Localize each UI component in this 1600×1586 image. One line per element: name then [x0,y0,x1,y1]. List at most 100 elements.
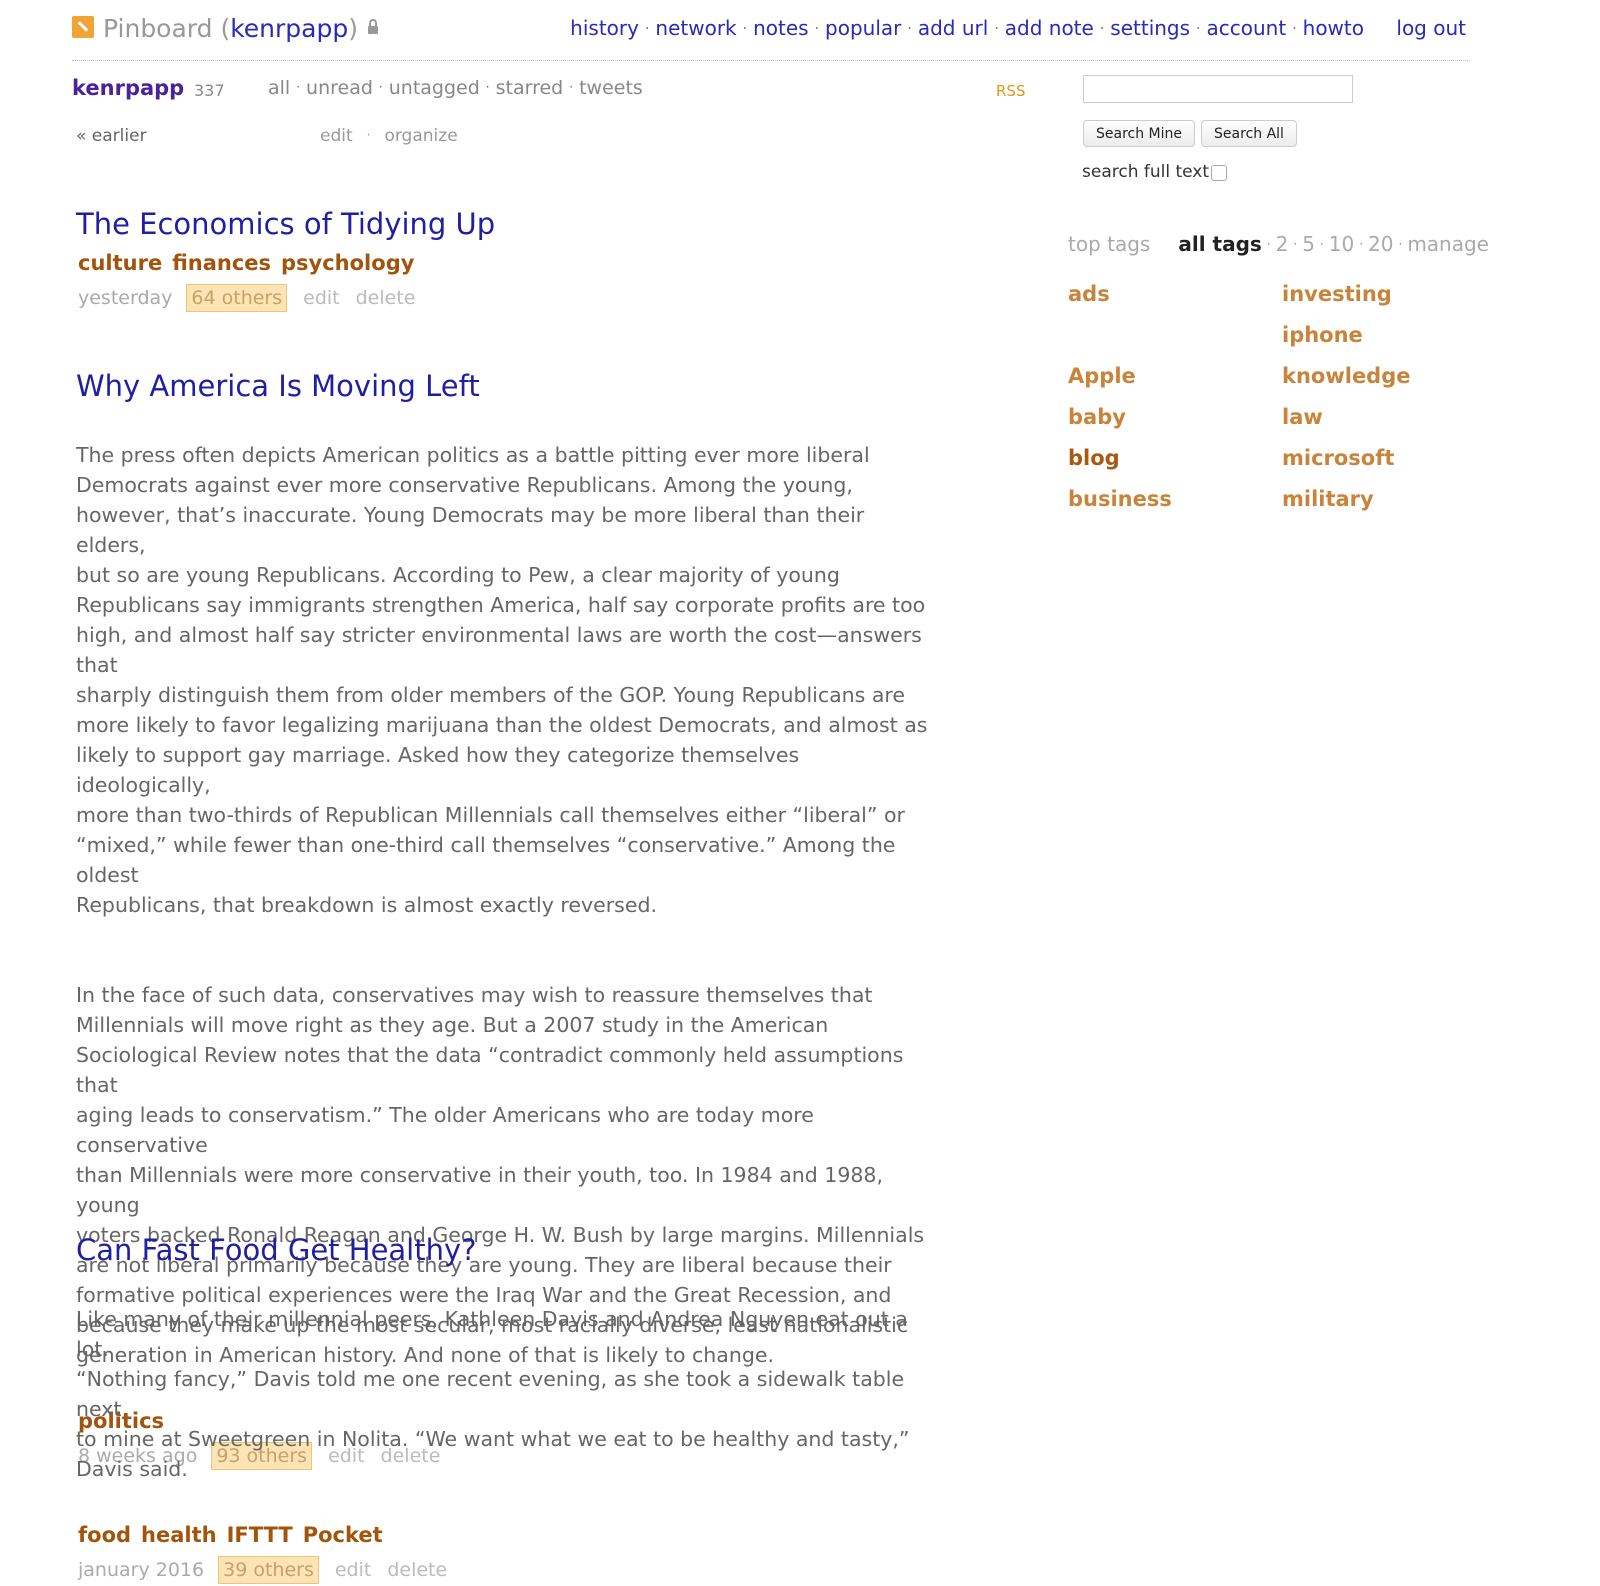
rss-link[interactable]: RSS [996,82,1025,100]
nav-notes[interactable]: notes [753,16,808,40]
nav-separator: · [994,21,999,37]
tag-cloud-item[interactable]: investing [1282,280,1411,321]
filter-starred[interactable]: starred [496,77,564,99]
bookmark-title[interactable]: Why America Is Moving Left [76,368,936,404]
tag-cloud-item[interactable]: knowledge [1282,362,1411,403]
logout-link[interactable]: log out [1396,16,1466,40]
bookmark-count: 337 [194,81,225,100]
tag-cloud-column-right: investing iphone knowledge law microsoft… [1282,280,1411,526]
bookmark-edit-link[interactable]: edit [303,287,339,309]
bookmark-tag[interactable]: culture [78,251,162,275]
nav-network[interactable]: network [655,16,736,40]
bookmark-date[interactable]: january 2016 [78,1559,204,1581]
tag-separator: · [1359,237,1364,251]
bookmark-others-count[interactable]: 64 others [186,284,288,312]
bookmark-item: The Economics of Tidying Up culture finan… [76,206,936,314]
tag-cloud-item[interactable]: microsoft [1282,444,1411,485]
nav-account[interactable]: account [1207,16,1287,40]
earlier-link[interactable]: « earlier [76,126,147,146]
search-all-button[interactable]: Search All [1201,120,1297,147]
bookmark-tags: culture finances psychology [76,248,936,278]
tag-cloud-item[interactable]: blog [1068,444,1172,485]
top-bar: Pinboard (kenrpapp) history · network · note… [72,10,1468,61]
tag-threshold-10[interactable]: 10 [1329,232,1354,256]
search-full-text-label: search full text [1082,162,1210,182]
logo[interactable]: Pinboard (kenrpapp) [72,14,379,43]
edit-organize-links: edit · organize [320,126,458,146]
bookmark-tag[interactable]: Pocket [303,1523,383,1547]
tag-separator: · [1293,237,1298,251]
all-tags-tab[interactable]: all tags [1178,232,1261,256]
tag-separator: · [1398,237,1403,251]
top-tags-tab[interactable]: top tags [1068,232,1150,256]
tag-separator: · [1266,237,1271,251]
description-paragraph: Like many of their millennial peers, Kat… [76,1307,910,1481]
app-name: Pinboard [103,14,213,43]
filter-tweets[interactable]: tweets [579,77,643,99]
bookmark-tag[interactable]: health [141,1523,217,1547]
bookmark-tag[interactable]: finances [172,251,271,275]
tag-cloud-item[interactable]: Apple [1068,362,1172,403]
nav-howto[interactable]: howto [1303,16,1364,40]
tag-threshold-2[interactable]: 2 [1276,232,1289,256]
tag-cloud-item[interactable]: business [1068,485,1172,526]
tag-cloud-column-left: ads Apple baby blog business [1068,280,1172,526]
filter-nav: all · unread · untagged · starred · tweets [268,77,643,99]
search-mine-button[interactable]: Search Mine [1083,120,1195,147]
filter-untagged[interactable]: untagged [389,77,480,99]
nav-add-url[interactable]: add url [918,16,988,40]
tag-cloud-item[interactable]: ads [1068,280,1172,321]
bookmark-edit-link[interactable]: edit [335,1559,371,1581]
nav-separator: · [814,21,820,37]
search-full-text-checkbox[interactable] [1211,165,1227,181]
bookmark-others-count[interactable]: 39 others [218,1556,319,1584]
pin-icon [72,16,94,38]
filter-separator: · [296,80,301,94]
tag-cloud-item[interactable]: baby [1068,403,1172,444]
lock-icon [368,19,379,34]
search-input[interactable] [1083,75,1353,103]
nav-separator: · [1292,21,1297,37]
bookmark-title[interactable]: The Economics of Tidying Up [76,206,936,242]
filter-separator: · [485,80,490,94]
nav-separator: · [1099,21,1105,37]
tag-cloud-item[interactable]: military [1282,485,1411,526]
manage-tags-link[interactable]: manage [1407,232,1489,256]
nav-history[interactable]: history [570,16,639,40]
nav-separator: · [644,21,650,37]
nav-separator: · [907,21,912,37]
filter-unread[interactable]: unread [306,77,373,99]
bookmark-tag[interactable]: IFTTT [227,1523,293,1547]
bookmark-delete-link[interactable]: delete [356,287,416,309]
filter-separator: · [569,80,574,94]
filter-all[interactable]: all [268,77,290,99]
organize-link[interactable]: organize [384,126,457,146]
bookmark-tags: food health IFTTT Pocket [76,1520,936,1550]
filter-separator: · [378,80,383,94]
bookmark-delete-link[interactable]: delete [387,1559,447,1581]
bookmark-tag[interactable]: food [78,1523,131,1547]
bookmark-description: Like many of their millennial peers, Kat… [76,1274,936,1514]
main-nav: history · network · notes · popular · add url · ad… [570,16,1364,40]
bookmark-meta: yesterday 64 others edit delete [76,282,936,314]
bookmark-date[interactable]: yesterday [78,287,172,309]
nav-settings[interactable]: settings [1110,16,1190,40]
link-separator: · [366,128,371,142]
bulk-edit-link[interactable]: edit [320,126,353,146]
bookmark-tag[interactable]: psychology [281,251,414,275]
nav-separator: · [742,21,748,37]
nav-popular[interactable]: popular [825,16,901,40]
tag-threshold-20[interactable]: 20 [1368,232,1393,256]
profile-username[interactable]: kenrpapp [72,76,184,100]
bookmark-title[interactable]: Can Fast Food Get Healthy? [76,1232,936,1268]
tag-cloud-item[interactable]: iphone [1282,321,1411,362]
description-paragraph: The press often depicts American politic… [76,443,928,917]
tag-threshold-5[interactable]: 5 [1302,232,1315,256]
nav-separator: · [1196,21,1201,37]
header-username[interactable]: kenrpapp [230,14,348,43]
bookmark-meta: january 2016 39 others edit delete [76,1554,936,1586]
tag-cloud-header: top tags all tags · 2 · 5 · 10 · 20 · manage [1068,232,1489,256]
nav-add-note[interactable]: add note [1005,16,1094,40]
tag-separator: · [1319,237,1324,251]
tag-cloud-item[interactable]: law [1282,403,1411,444]
